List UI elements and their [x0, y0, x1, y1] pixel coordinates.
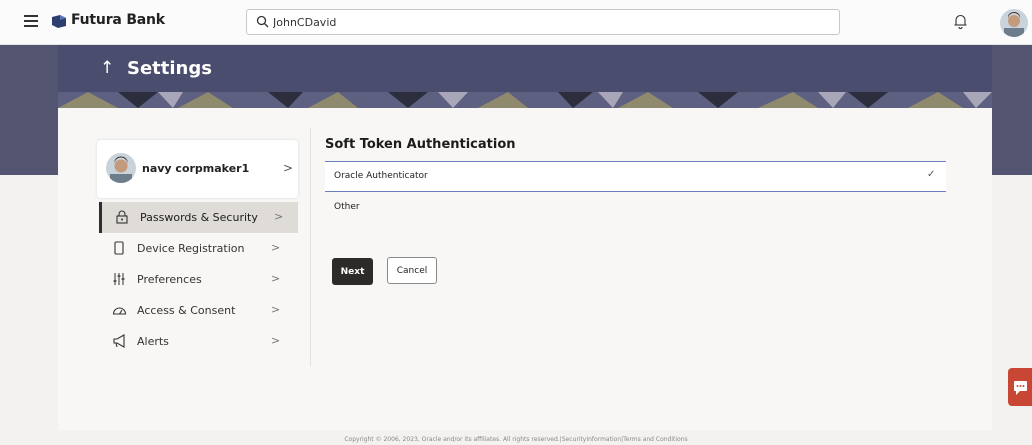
brand-logo-icon [52, 15, 66, 28]
menu-item-label: Preferences [137, 273, 202, 286]
menu-item-label: Access & Consent [137, 304, 236, 317]
check-icon: ✓ [927, 169, 936, 180]
profile-chevron-icon: > [283, 161, 294, 175]
search-input[interactable] [273, 13, 813, 31]
menu-item-device-registration[interactable]: Device Registration > [99, 233, 298, 264]
top-bar: Futura Bank [0, 0, 1032, 45]
option-oracle-authenticator[interactable]: Oracle Authenticator ✓ [325, 161, 946, 192]
chevron-right-icon: > [271, 303, 281, 316]
mobile-device-icon [114, 241, 124, 255]
search-icon [256, 15, 269, 28]
footer-copyright: Copyright © 2006, 2023, Oracle and/or it… [344, 436, 688, 443]
header-band-left-margin [0, 45, 58, 175]
menu-item-passwords-security[interactable]: Passwords & Security > [99, 202, 298, 233]
notification-bell-icon[interactable] [954, 14, 967, 29]
option-other[interactable]: Other [325, 193, 946, 224]
chevron-right-icon: > [271, 241, 281, 254]
menu-item-access-consent[interactable]: Access & Consent > [99, 295, 298, 326]
page-title: Settings [127, 58, 212, 79]
user-avatar[interactable] [1000, 9, 1028, 37]
menu-item-label: Passwords & Security [140, 211, 258, 224]
lock-icon [116, 210, 128, 224]
user-avatar-icon [1000, 9, 1028, 37]
vertical-divider [310, 128, 311, 366]
sliders-icon [113, 273, 125, 285]
back-arrow-icon[interactable]: ↑ [100, 58, 114, 78]
chat-button[interactable] [1008, 368, 1032, 406]
decorative-pattern [58, 92, 992, 108]
chevron-right-icon: > [271, 334, 281, 347]
search-box[interactable] [246, 9, 840, 35]
brand-name: Futura Bank [71, 12, 165, 28]
hamburger-menu-icon[interactable] [24, 15, 38, 27]
menu-item-alerts[interactable]: Alerts > [99, 326, 298, 357]
cancel-button[interactable]: Cancel [387, 257, 437, 284]
chat-bubble-icon [1014, 381, 1027, 395]
header-band-right-margin [992, 45, 1032, 175]
gauge-icon [112, 307, 127, 315]
option-label: Other [334, 202, 360, 212]
profile-card[interactable]: navy corpmaker1 > [97, 140, 298, 198]
option-label: Oracle Authenticator [334, 171, 428, 181]
chevron-right-icon: > [271, 272, 281, 285]
next-button[interactable]: Next [332, 258, 373, 285]
menu-item-label: Device Registration [137, 242, 245, 255]
profile-name: navy corpmaker1 [142, 162, 250, 175]
section-title: Soft Token Authentication [325, 137, 516, 152]
profile-avatar-icon [106, 153, 136, 183]
profile-avatar [106, 153, 136, 183]
chevron-right-icon: > [274, 210, 284, 223]
menu-item-label: Alerts [137, 335, 169, 348]
menu-item-preferences[interactable]: Preferences > [99, 264, 298, 295]
megaphone-icon [113, 334, 125, 348]
